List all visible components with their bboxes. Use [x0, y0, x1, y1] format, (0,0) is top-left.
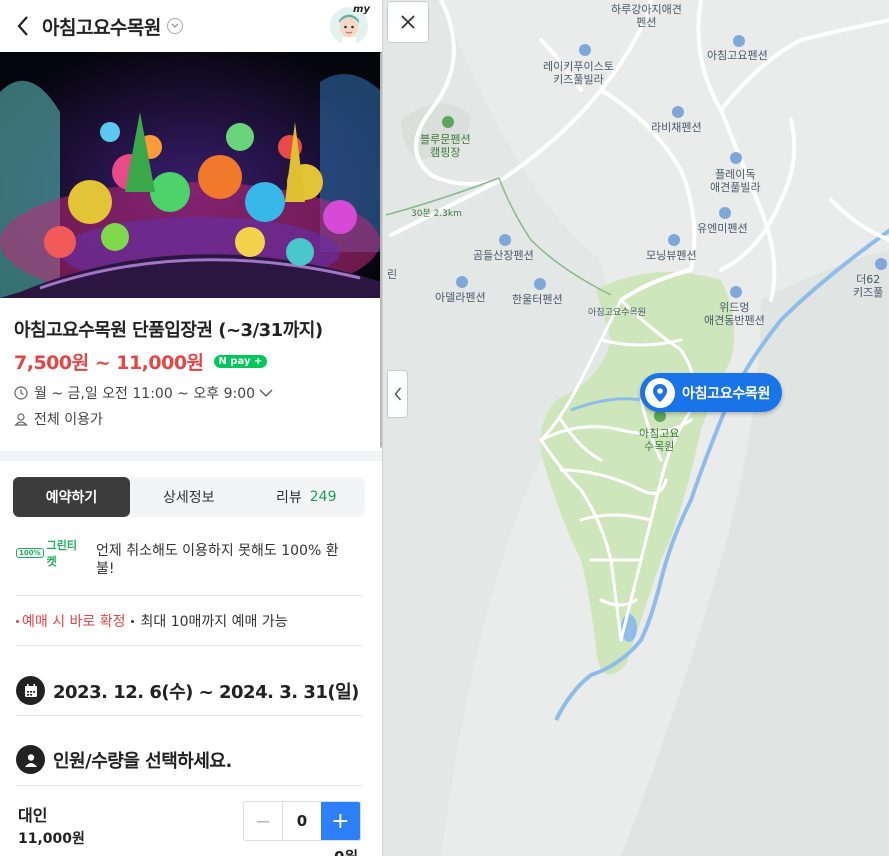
person-icon [14, 413, 28, 426]
lodging-pin-icon[interactable] [579, 44, 591, 56]
page-title: 아침고요수목원 [42, 16, 161, 39]
refund-policy-text: 언제 취소해도 이용하지 못해도 100% 환불! [96, 543, 339, 577]
product-price: 7,500원 ~ 11,000원 [14, 352, 204, 374]
quantity-value: 0 [296, 812, 308, 830]
ticket-type-label: 대인 [18, 806, 48, 825]
person-icon [16, 745, 45, 774]
select-heading-text: 인원/수량을 선택하세요. [53, 750, 232, 772]
title-dropdown-button[interactable] [166, 18, 183, 34]
map-label-achim-small[interactable]: 아침고요수목원 [588, 307, 646, 320]
map-label-yuen[interactable]: 유엔미펜션 [697, 222, 748, 235]
chevron-down-icon [171, 23, 179, 28]
map-label-de62[interactable]: 더62 키즈풀 [853, 273, 883, 299]
calendar-icon [16, 676, 45, 705]
product-name: 아침고요수목원 단품입장권 (~3/31까지) [14, 320, 323, 341]
divider [16, 785, 362, 786]
map-label-morning[interactable]: 모닝뷰펜션 [646, 249, 697, 262]
lodging-pin-icon[interactable] [733, 35, 745, 47]
audience-text: 전체 이용가 [34, 412, 103, 428]
map-label-rabiche[interactable]: 라비채펜션 [651, 121, 702, 134]
map-label-gomdeul[interactable]: 곰들산장펜션 [473, 249, 534, 262]
campsite-pin-icon[interactable] [442, 116, 454, 128]
back-button[interactable] [12, 15, 34, 37]
app-root: 아침고요수목원 my 아침고요수목원 단품입장권 (~3/31까지) 7,500… [0, 0, 889, 856]
lodging-pin-icon[interactable] [668, 234, 680, 246]
map-view[interactable]: 하루강아지애견 펜션 레이키푸이스토 키즈풀빌라 아침고요펜션 블루문펜션 캠핑장 라… [382, 0, 889, 856]
map-label-trail: 30분 2.3km [411, 209, 462, 219]
hours-row[interactable]: 월 ~ 금,일 오전 11:00 ~ 오후 9:00 [14, 383, 368, 403]
review-count: 249 [309, 489, 337, 505]
green-ticket-logo: 100% 그린티켓 [16, 539, 84, 568]
green-ticket-logo-text: 그린티켓 [46, 539, 78, 568]
light-festival-photo [0, 52, 382, 298]
map-label-haru[interactable]: 하루강아지애견 펜션 [611, 3, 682, 29]
clock-icon [14, 386, 28, 400]
map-label-adela[interactable]: 아델라펜션 [435, 291, 486, 304]
tab-reviews-label: 리뷰 [276, 490, 302, 506]
instant-confirm-text: 예매 시 바로 확정 [22, 614, 126, 630]
lodging-pin-icon[interactable] [534, 278, 546, 290]
map-background [383, 0, 889, 856]
bullet [16, 619, 19, 623]
price-row: 7,500원 ~ 11,000원 N pay + [14, 348, 368, 375]
lodging-pin-icon[interactable] [719, 207, 731, 219]
audience-row: 전체 이용가 [14, 409, 368, 429]
max-tickets-text: 최대 10매까지 예매 가능 [140, 614, 288, 630]
map-label-rainy[interactable]: 레이키푸이스토 키즈풀빌라 [543, 60, 614, 86]
map-label-achim-pension[interactable]: 아침고요펜션 [707, 49, 768, 62]
green-ticket-logo-box: 100% [16, 548, 44, 558]
increase-button[interactable]: + [320, 802, 360, 840]
lodging-pin-icon[interactable] [672, 106, 684, 118]
section-separator [0, 451, 382, 461]
decrease-button[interactable]: − [244, 802, 284, 840]
ticket-price: 11,000원 [18, 831, 85, 847]
period-text: 2023. 12. 6(수) ~ 2024. 3. 31(일) [53, 681, 359, 703]
map-close-button[interactable] [387, 1, 429, 43]
ticket-subtotal: 0원 [334, 846, 358, 856]
hours-text: 월 ~ 금,일 오전 11:00 ~ 오후 9:00 [34, 386, 256, 402]
quantity-stepper: − 0 + [243, 801, 361, 841]
lodging-pin-icon[interactable] [730, 152, 742, 164]
map-label-hanul[interactable]: 한울터펜션 [512, 293, 563, 306]
map-label-rin[interactable]: 린 [387, 268, 397, 281]
period-heading[interactable]: 2023. 12. 6(수) ~ 2024. 3. 31(일) [16, 676, 359, 705]
npay-badge: N pay + [213, 355, 268, 368]
green-ticket-row: 100% 그린티켓 언제 취소해도 이용하지 못해도 100% 환불! [16, 539, 362, 578]
marker-label: 아침고요수목원 [682, 385, 771, 402]
select-heading: 인원/수량을 선택하세요. [16, 745, 232, 774]
tab-details[interactable]: 상세정보 [130, 477, 248, 517]
panel-collapse-button[interactable] [387, 370, 408, 418]
chevron-left-icon [17, 16, 28, 36]
tab-bar: 예약하기 상세정보 리뷰 249 [13, 477, 365, 517]
map-label-play-dog[interactable]: 플레이독 애견풀빌라 [710, 168, 761, 194]
chevron-down-icon [259, 389, 273, 397]
close-icon [401, 15, 415, 29]
product-info: 아침고요수목원 단품입장권 (~3/31까지) 7,500원 ~ 11,000원… [0, 298, 382, 429]
divider [16, 645, 362, 646]
place-detail-panel: 아침고요수목원 my 아침고요수목원 단품입장권 (~3/31까지) 7,500… [0, 0, 382, 856]
my-label: my [353, 4, 370, 15]
lodging-pin-icon[interactable] [456, 276, 468, 288]
lodging-pin-icon[interactable] [730, 286, 742, 298]
map-label-achim-park[interactable]: 아침고요 수목원 [639, 427, 679, 453]
divider [16, 595, 362, 596]
chevron-left-icon [394, 387, 401, 401]
tab-reviews[interactable]: 리뷰 249 [248, 477, 366, 517]
map-label-blue-moon[interactable]: 블루문펜션 캠핑장 [420, 133, 471, 159]
booking-notice-row: 예매 시 바로 확정 최대 10매까지 예매 가능 [16, 611, 288, 631]
lodging-pin-icon[interactable] [875, 258, 887, 270]
location-pin-icon [645, 377, 675, 408]
bullet [130, 619, 134, 623]
lodging-pin-icon[interactable] [499, 234, 511, 246]
map-label-widmung[interactable]: 위드멍 애견동반펜션 [704, 301, 765, 327]
place-marker[interactable]: 아침고요수목원 [640, 373, 783, 412]
divider [16, 715, 362, 716]
panel-header: 아침고요수목원 my [0, 0, 382, 52]
tab-booking[interactable]: 예약하기 [13, 477, 130, 517]
hero-image[interactable] [0, 52, 382, 298]
